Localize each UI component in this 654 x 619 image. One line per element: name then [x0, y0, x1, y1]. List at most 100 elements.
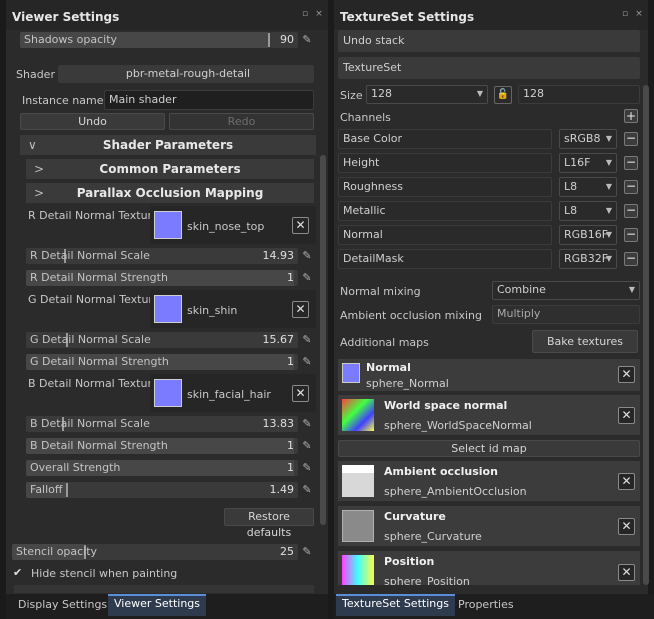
edit-value-icon[interactable]: ✎: [300, 417, 314, 431]
channel-format-dropdown[interactable]: L8 ▼: [559, 177, 617, 197]
close-icon[interactable]: ×: [634, 9, 644, 19]
clear-map-button[interactable]: ✕: [618, 473, 635, 490]
tab-viewer-settings[interactable]: Viewer Settings: [108, 594, 207, 616]
edit-value-icon[interactable]: ✎: [300, 355, 314, 369]
remove-channel-button[interactable]: −: [624, 228, 638, 242]
remove-channel-button[interactable]: −: [624, 252, 638, 266]
channel-name-field[interactable]: Normal: [338, 225, 552, 245]
undo-button[interactable]: Undo: [20, 113, 165, 130]
map-thumbnail: [342, 555, 374, 585]
texture-thumbnail: [154, 379, 182, 407]
edit-value-icon[interactable]: ✎: [300, 249, 314, 263]
float-icon[interactable]: ▫: [620, 9, 630, 19]
b-detail-texture-label: B Detail Normal Texture: [28, 377, 159, 390]
remove-channel-button[interactable]: −: [624, 180, 638, 194]
clear-map-button[interactable]: ✕: [618, 366, 635, 383]
left-scrollbar[interactable]: [320, 155, 326, 525]
channel-name-field[interactable]: Metallic: [338, 201, 552, 221]
stencil-opacity-slider[interactable]: Stencil opacity 25: [12, 544, 298, 560]
g-detail-strength-slider[interactable]: G Detail Normal Strength 1: [26, 354, 298, 370]
normal-mixing-label: Normal mixing: [340, 285, 421, 298]
edit-value-icon[interactable]: ✎: [300, 461, 314, 475]
parallax-section[interactable]: > Parallax Occlusion Mapping: [26, 183, 314, 203]
channel-name-field[interactable]: Height: [338, 153, 552, 173]
right-scrollbar[interactable]: [643, 85, 649, 585]
edit-value-icon[interactable]: ✎: [300, 33, 314, 47]
clear-texture-button[interactable]: ✕: [292, 385, 309, 402]
g-detail-scale-slider[interactable]: G Detail Normal Scale 15.67: [26, 332, 298, 348]
channel-format-dropdown[interactable]: RGB16F ▼: [559, 225, 617, 245]
remove-channel-button[interactable]: −: [624, 132, 638, 146]
map-card-ambient-occlusion[interactable]: Ambient occlusion sphere_AmbientOcclusio…: [338, 461, 640, 501]
clear-map-button[interactable]: ✕: [618, 407, 635, 424]
clear-texture-button[interactable]: ✕: [292, 217, 309, 234]
b-detail-texture-slot[interactable]: skin_facial_hair ✕: [150, 374, 316, 412]
r-detail-scale-slider[interactable]: R Detail Normal Scale 14.93: [26, 248, 298, 264]
g-detail-texture-slot[interactable]: skin_shin ✕: [150, 290, 316, 328]
edit-value-icon[interactable]: ✎: [300, 333, 314, 347]
textureset-field[interactable]: TextureSet: [338, 57, 640, 79]
expand-icon: >: [34, 162, 45, 176]
size-second-field[interactable]: 128: [518, 85, 640, 104]
size-label: Size: [340, 89, 363, 102]
common-parameters-section[interactable]: > Common Parameters: [26, 159, 314, 179]
instance-name-input[interactable]: Main shader: [104, 90, 314, 110]
edit-value-icon[interactable]: ✎: [300, 545, 314, 559]
viewer-settings-title: Viewer Settings ▫ ×: [6, 0, 328, 30]
tab-textureset-settings[interactable]: TextureSet Settings: [336, 594, 455, 616]
clear-map-button[interactable]: ✕: [618, 518, 635, 535]
g-detail-texture-label: G Detail Normal Texture: [28, 293, 160, 306]
map-thumbnail: [342, 363, 360, 383]
channel-name-field[interactable]: Roughness: [338, 177, 552, 197]
chevron-down-icon: ▼: [605, 230, 612, 239]
remove-channel-button[interactable]: −: [624, 156, 638, 170]
normal-mixing-dropdown[interactable]: Combine ▼: [492, 281, 640, 300]
lock-icon[interactable]: 🔓: [494, 86, 512, 104]
tab-display-settings[interactable]: Display Settings: [12, 596, 113, 614]
b-detail-strength-slider[interactable]: B Detail Normal Strength 1: [26, 438, 298, 454]
shader-field[interactable]: pbr-metal-rough-detail: [58, 65, 314, 83]
map-card-normal[interactable]: Normal sphere_Normal ✕: [338, 359, 640, 391]
remove-channel-button[interactable]: −: [624, 204, 638, 218]
r-detail-texture-slot[interactable]: skin_nose_top ✕: [150, 206, 316, 244]
add-channel-button[interactable]: +: [624, 109, 638, 123]
tab-properties[interactable]: Properties: [452, 596, 520, 614]
ao-mixing-field[interactable]: Multiply: [492, 305, 640, 324]
shader-parameters-section[interactable]: ∨ Shader Parameters: [20, 135, 316, 155]
edit-value-icon[interactable]: ✎: [300, 271, 314, 285]
map-card-world-space-normal[interactable]: World space normal sphere_WorldSpaceNorm…: [338, 395, 640, 435]
clear-map-button[interactable]: ✕: [618, 564, 635, 581]
size-dropdown[interactable]: 128 ▼: [366, 85, 488, 104]
map-card-curvature[interactable]: Curvature sphere_Curvature ✕: [338, 506, 640, 546]
texture-thumbnail: [154, 211, 182, 239]
channel-name-field[interactable]: DetailMask: [338, 249, 552, 269]
edit-value-icon[interactable]: ✎: [300, 483, 314, 497]
shader-label: Shader: [16, 68, 55, 81]
restore-defaults-button[interactable]: Restore defaults: [224, 508, 314, 539]
left-edge-gutter: [0, 0, 6, 619]
chevron-down-icon: ▼: [605, 134, 612, 143]
falloff-slider[interactable]: Falloff 1.49: [26, 482, 298, 498]
clear-texture-button[interactable]: ✕: [292, 301, 309, 318]
close-icon[interactable]: ×: [314, 9, 324, 19]
channel-format-dropdown[interactable]: RGB32F ▼: [559, 249, 617, 269]
channel-format-dropdown[interactable]: L16F ▼: [559, 153, 617, 173]
shadows-opacity-slider[interactable]: Shadows opacity 90: [20, 32, 298, 48]
edit-value-icon[interactable]: ✎: [300, 439, 314, 453]
b-detail-scale-slider[interactable]: B Detail Normal Scale 13.83: [26, 416, 298, 432]
map-card-position[interactable]: Position sphere_Position ✕: [338, 551, 640, 585]
channel-name-field[interactable]: Base Color: [338, 129, 552, 149]
hide-stencil-checkbox[interactable]: ✔: [13, 567, 25, 579]
chevron-down-icon: ▼: [476, 89, 483, 98]
channel-format-dropdown[interactable]: L8 ▼: [559, 201, 617, 221]
overall-strength-slider[interactable]: Overall Strength 1: [26, 460, 298, 476]
r-detail-strength-slider[interactable]: R Detail Normal Strength 1: [26, 270, 298, 286]
redo-button[interactable]: Redo: [169, 113, 314, 130]
map-thumbnail: [342, 510, 374, 542]
undo-stack-field[interactable]: Undo stack: [338, 30, 640, 52]
float-icon[interactable]: ▫: [300, 9, 310, 19]
select-id-map-button[interactable]: Select id map: [338, 440, 640, 457]
hide-stencil-label: Hide stencil when painting: [31, 567, 178, 580]
bake-textures-button[interactable]: Bake textures: [532, 330, 638, 353]
channel-format-dropdown[interactable]: sRGB8 ▼: [559, 129, 617, 149]
